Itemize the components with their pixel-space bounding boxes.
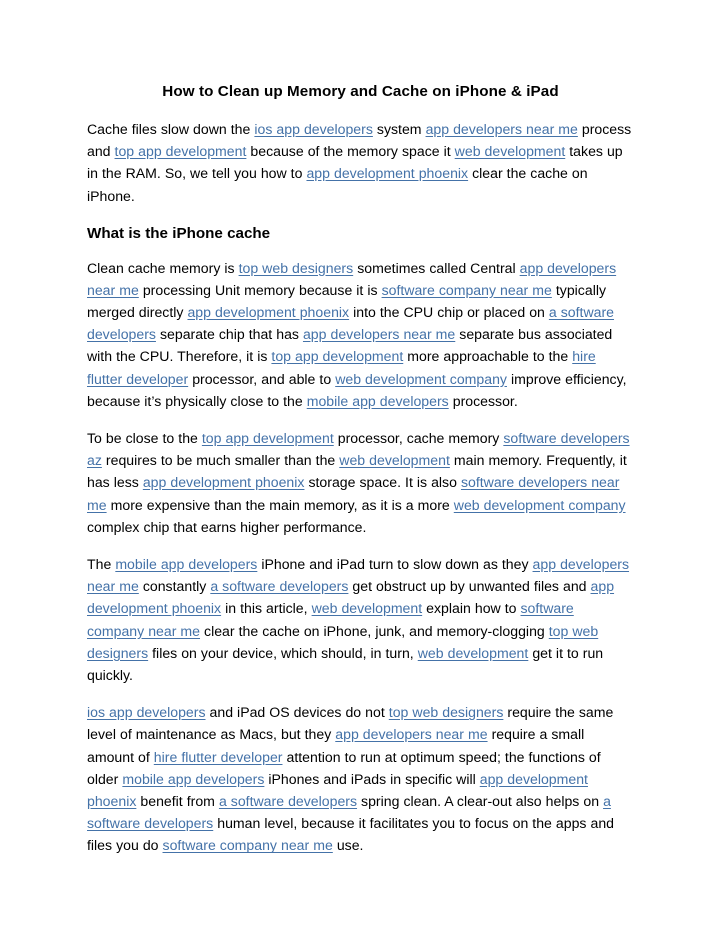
text-run: spring clean. A clear-out also helps on bbox=[357, 793, 604, 810]
text-run: separate chip that has bbox=[155, 326, 303, 343]
anchor-link[interactable]: app developers near me bbox=[303, 326, 455, 342]
anchor-link[interactable]: web development company bbox=[454, 497, 626, 513]
body-paragraph: The mobile app developers iPhone and iPa… bbox=[87, 553, 634, 686]
text-run: processing Unit memory because it is bbox=[138, 281, 382, 298]
anchor-link[interactable]: web development bbox=[455, 143, 566, 159]
text-run: processor, cache memory bbox=[333, 429, 504, 446]
text-run: use. bbox=[332, 837, 364, 854]
text-run: because of the memory space it bbox=[246, 143, 455, 160]
text-run: The bbox=[87, 556, 116, 572]
anchor-link[interactable]: app developers near me bbox=[335, 726, 487, 742]
anchor-link[interactable]: top app development bbox=[271, 348, 403, 364]
anchor-link[interactable]: a software developers bbox=[219, 793, 357, 809]
text-run: more expensive than the main memory, as … bbox=[106, 496, 454, 513]
anchor-link[interactable]: web development bbox=[312, 600, 423, 616]
text-run: To be close to the bbox=[87, 429, 202, 446]
anchor-link[interactable]: mobile app developers bbox=[307, 393, 449, 409]
anchor-link[interactable]: top app development bbox=[202, 430, 334, 446]
anchor-link[interactable]: ios app developers bbox=[254, 121, 373, 137]
text-run: explain how to bbox=[422, 600, 521, 617]
body-paragraph: ios app developers and iPad OS devices d… bbox=[87, 701, 634, 856]
text-run: constantly bbox=[138, 578, 211, 595]
anchor-link[interactable]: app development phoenix bbox=[143, 474, 305, 490]
anchor-link[interactable]: top app development bbox=[115, 143, 247, 159]
anchor-link[interactable]: top web designers bbox=[389, 704, 504, 720]
text-run: into the CPU chip or placed on bbox=[349, 303, 549, 320]
body-paragraph: To be close to the top app development p… bbox=[87, 427, 634, 538]
document-body: Cache files slow down the ios app develo… bbox=[87, 118, 634, 857]
anchor-link[interactable]: software company near me bbox=[382, 282, 552, 298]
anchor-link[interactable]: app developers near me bbox=[426, 121, 578, 137]
text-run: sometimes called Central bbox=[353, 259, 520, 276]
text-run: requires to be much smaller than the bbox=[101, 452, 340, 469]
text-run: and iPad OS devices do not bbox=[205, 704, 389, 721]
text-run: get obstruct up by unwanted files and bbox=[348, 578, 591, 595]
text-run: Clean cache memory is bbox=[87, 259, 239, 276]
text-run: system bbox=[372, 121, 426, 137]
body-paragraph: Clean cache memory is top web designers … bbox=[87, 257, 634, 412]
text-run: clear the cache on iPhone, junk, and mem… bbox=[200, 622, 549, 639]
text-run: iPhone and iPad turn to slow down as the… bbox=[257, 556, 533, 572]
anchor-link[interactable]: a software developers bbox=[210, 578, 348, 594]
text-run: storage space. It is also bbox=[304, 474, 461, 491]
anchor-link[interactable]: top web designers bbox=[239, 260, 354, 276]
text-run: benefit from bbox=[136, 793, 219, 810]
anchor-link[interactable]: app development phoenix bbox=[306, 165, 468, 181]
anchor-link[interactable]: ios app developers bbox=[87, 704, 206, 720]
text-run: complex chip that earns higher performan… bbox=[87, 518, 367, 535]
anchor-link[interactable]: web development bbox=[418, 645, 529, 661]
document-page: How to Clean up Memory and Cache on iPho… bbox=[0, 0, 720, 931]
text-run: Cache files slow down the bbox=[87, 121, 255, 137]
body-paragraph: Cache files slow down the ios app develo… bbox=[87, 118, 634, 207]
text-run: processor, and able to bbox=[188, 370, 336, 387]
anchor-link[interactable]: hire flutter developer bbox=[154, 749, 283, 765]
text-run: iPhones and iPads in specific will bbox=[264, 770, 480, 787]
text-run: processor. bbox=[448, 392, 518, 409]
page-title: How to Clean up Memory and Cache on iPho… bbox=[162, 83, 559, 100]
anchor-link[interactable]: web development bbox=[339, 452, 450, 468]
text-run: files on your device, which should, in t… bbox=[148, 644, 418, 661]
anchor-link[interactable]: mobile app developers bbox=[122, 771, 264, 787]
text-run: in this article, bbox=[221, 600, 312, 617]
text-run: more approachable to the bbox=[403, 348, 573, 365]
anchor-link[interactable]: mobile app developers bbox=[115, 556, 257, 572]
section-heading: What is the iPhone cache bbox=[87, 224, 271, 242]
anchor-link[interactable]: web development company bbox=[335, 371, 507, 387]
anchor-link[interactable]: software company near me bbox=[163, 837, 333, 853]
anchor-link[interactable]: app development phoenix bbox=[187, 304, 349, 320]
